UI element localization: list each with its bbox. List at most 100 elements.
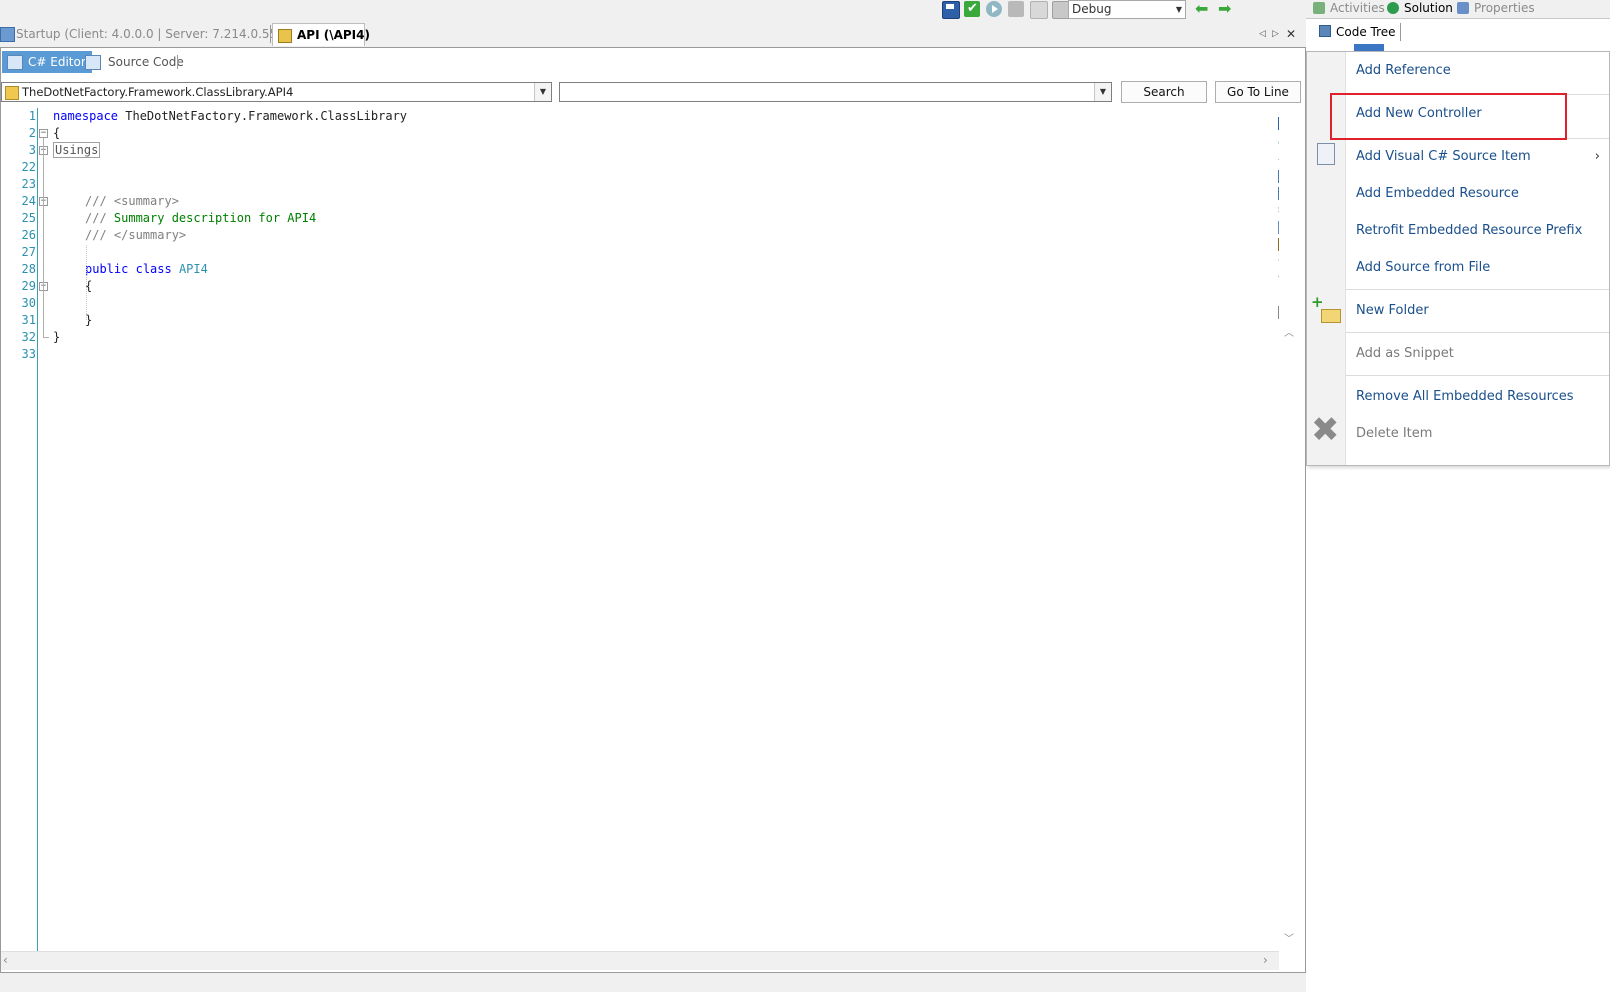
vertical-scrollbar[interactable]: ︿ ﹀ (1279, 108, 1299, 951)
startup-tab-icon (0, 27, 15, 42)
code-line: Usings (53, 142, 101, 159)
code-tree-tab[interactable]: Code Tree (1316, 23, 1401, 41)
search-button[interactable]: Search (1121, 81, 1207, 103)
gutter-divider (37, 108, 38, 951)
fold-guide (43, 138, 44, 338)
code-line: /// </summary> (85, 227, 186, 244)
class-select[interactable]: TheDotNetFactory.Framework.ClassLibrary.… (1, 82, 552, 102)
tab-scroll-left-icon[interactable]: ◁ (1259, 29, 1266, 39)
submenu-arrow-icon: › (1594, 149, 1600, 164)
tab-properties[interactable]: Properties (1454, 0, 1535, 17)
activities-icon (1313, 2, 1325, 14)
line-number: 23 (21, 177, 36, 191)
comment-prefix: /// (85, 211, 114, 225)
horizontal-scrollbar[interactable]: ‹ › (1, 951, 1279, 970)
collapse-toggle-icon[interactable]: − (39, 129, 48, 138)
tab-api[interactable]: API (\API4) (272, 23, 370, 46)
save-icon[interactable] (942, 1, 960, 19)
member-select[interactable]: ▼ (559, 82, 1112, 102)
class-icon (5, 86, 19, 100)
code-line: namespace TheDotNetFactory.Framework.Cla… (53, 108, 407, 125)
usings-region[interactable]: Usings (53, 142, 101, 158)
tab-scroll-right-icon[interactable]: ▷ (1272, 29, 1279, 39)
scroll-down-icon[interactable]: ﹀ (1284, 930, 1294, 945)
menu-item-add-as-snippet: Add as Snippet (1356, 346, 1454, 361)
back-arrow-icon[interactable]: ⬅ (1195, 1, 1208, 17)
line-number: 25 (21, 211, 36, 225)
tab-startup-label: Startup (Client: 4.0.0.0 | Server: 7.214… (16, 27, 305, 41)
menu-separator (1345, 289, 1609, 290)
line-number: 32 (21, 330, 36, 344)
check-icon[interactable]: ✔ (964, 1, 980, 17)
tab-csharp-editor[interactable]: C# Editor (2, 51, 92, 73)
new-folder-icon (1321, 309, 1341, 323)
document-icon[interactable] (1030, 1, 1048, 19)
properties-icon (1457, 2, 1469, 14)
source-item-icon (1317, 143, 1335, 165)
line-number: 33 (21, 347, 36, 361)
scope-guide (86, 245, 87, 320)
tab-activities[interactable]: Activities (1310, 0, 1385, 17)
code-editor[interactable] (1, 108, 1279, 951)
code-line: public class API4 (85, 261, 208, 278)
build-config-select[interactable]: Debug ▼ (1068, 0, 1186, 19)
menu-item-add-embedded-resource[interactable]: Add Embedded Resource (1345, 184, 1609, 204)
highlight-box (1330, 93, 1567, 140)
tab-solution[interactable]: Solution (1384, 0, 1453, 17)
fold-guide (43, 337, 49, 338)
chevron-down-icon: ▼ (1094, 83, 1111, 101)
source-code-icon (85, 55, 101, 70)
tab-properties-label: Properties (1474, 1, 1535, 15)
menu-item-new-folder[interactable]: New Folder (1345, 301, 1609, 321)
forward-arrow-icon[interactable]: ➡ (1218, 1, 1231, 17)
class-name: API4 (178, 262, 208, 276)
menu-item-add-reference[interactable]: Add Reference (1345, 61, 1609, 81)
line-number: 30 (21, 296, 36, 310)
line-number: 26 (21, 228, 36, 242)
open-brace: { (53, 126, 61, 140)
chevron-down-icon: ▼ (1175, 5, 1182, 14)
namespace-name: TheDotNetFactory.Framework.ClassLibrary (118, 109, 408, 123)
delete-x-icon: ✖ (1311, 410, 1340, 450)
line-number: 24 (21, 194, 36, 208)
tab-startup[interactable]: Startup (Client: 4.0.0.0 | Server: 7.214… (16, 23, 305, 46)
comment-summary-text: Summary description for API4 (113, 211, 317, 225)
code-tree-icon (1319, 25, 1331, 37)
plus-icon: + (1311, 293, 1324, 311)
menu-item-delete-item: Delete Item (1356, 426, 1433, 441)
tab-source-code[interactable]: Source Code (82, 51, 190, 73)
run-icon[interactable] (986, 1, 1002, 17)
close-brace: } (53, 330, 61, 344)
line-number: 29 (21, 279, 36, 293)
keyword-public: public (85, 262, 129, 276)
menu-item-add-visual-csharp-source-item[interactable]: Add Visual C# Source Item › (1345, 147, 1609, 167)
scroll-left-icon[interactable]: ‹ (3, 953, 8, 967)
csharp-file-icon (278, 29, 292, 43)
close-tab-icon[interactable]: ✕ (1286, 27, 1296, 41)
tab-divider (270, 25, 271, 43)
scroll-up-icon[interactable]: ︿ (1284, 324, 1294, 339)
menu-item-add-source-from-file[interactable]: Add Source from File (1345, 258, 1609, 278)
code-line: /// Summary description for API4 (85, 210, 316, 227)
sub-tab-divider (177, 55, 178, 69)
menu-item-remove-all-embedded-resources[interactable]: Remove All Embedded Resources (1345, 387, 1609, 407)
menu-item-retrofit-embedded-resource-prefix[interactable]: Retrofit Embedded Resource Prefix (1345, 221, 1609, 241)
stop-icon[interactable] (1008, 1, 1024, 17)
line-number: 1 (28, 109, 36, 123)
menu-separator (1345, 375, 1609, 376)
tab-csharp-editor-label: C# Editor (28, 55, 86, 69)
line-number: 31 (21, 313, 36, 327)
code-line: } (53, 329, 60, 346)
code-line: /// <summary> (85, 193, 179, 210)
line-number: 28 (21, 262, 36, 276)
go-to-line-button[interactable]: Go To Line (1215, 81, 1301, 103)
menu-separator (1345, 332, 1609, 333)
code-tree-label: Code Tree (1336, 25, 1396, 39)
build-config-value: Debug (1072, 2, 1112, 16)
line-number: 22 (21, 160, 36, 174)
csharp-editor-icon (7, 55, 23, 70)
comment-summary-open: /// <summary> (85, 194, 179, 208)
keyword-class: class (135, 262, 172, 276)
line-number: 2 (28, 126, 36, 140)
scroll-right-icon[interactable]: › (1263, 953, 1268, 967)
